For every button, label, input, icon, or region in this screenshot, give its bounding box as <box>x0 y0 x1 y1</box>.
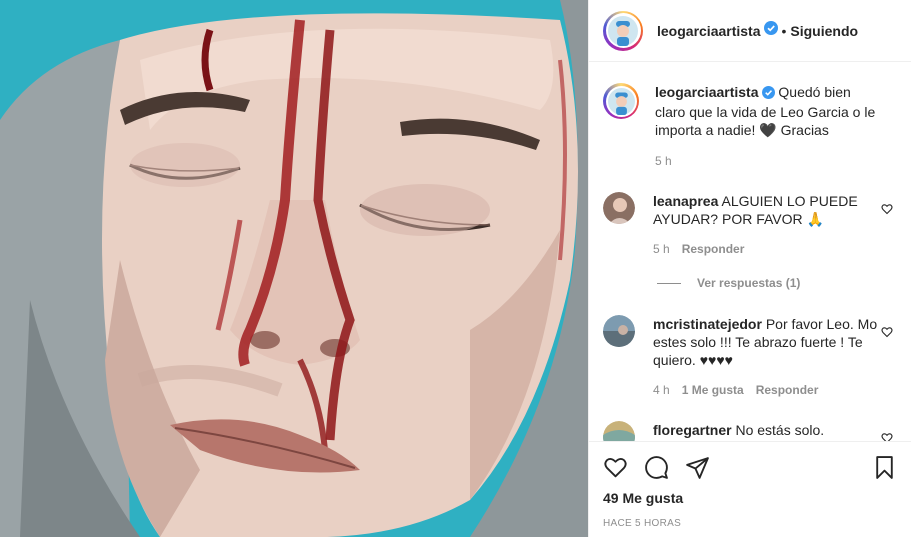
comment-text: No estás solo. <box>735 422 825 438</box>
author-avatar[interactable] <box>603 10 643 51</box>
comment-like-heart-icon[interactable] <box>881 431 893 441</box>
comment-item: leanaprea ALGUIEN LO PUEDE AYUDAR? POR F… <box>603 192 903 258</box>
reply-button[interactable]: Responder <box>756 383 819 397</box>
view-replies-label: Ver respuestas (1) <box>697 276 801 290</box>
reply-button[interactable]: Responder <box>682 242 745 256</box>
comment-time[interactable]: 5 h <box>653 242 670 256</box>
comment-username[interactable]: leanaprea <box>653 193 718 209</box>
follow-status-button[interactable]: Siguiendo <box>790 23 858 39</box>
avatar-illustration-icon <box>607 87 635 115</box>
post-header: leogarciaartista • Siguiendo <box>589 0 911 62</box>
comment-time[interactable]: 4 h <box>653 383 670 397</box>
comment-username[interactable]: floregartner <box>653 422 732 438</box>
caption-time[interactable]: 5 h <box>655 154 672 168</box>
heart-icon[interactable] <box>603 455 628 480</box>
comment-item: floregartner No estás solo. <box>603 421 903 441</box>
post-timestamp[interactable]: HACE 5 HORAS <box>603 518 897 529</box>
post-image <box>0 0 588 537</box>
post-side-panel: leogarciaartista • Siguiendo leogarciaar… <box>588 0 911 537</box>
replies-divider <box>657 282 681 284</box>
avatar-illustration-icon <box>608 15 638 46</box>
likes-count[interactable]: 49 Me gusta <box>603 490 897 506</box>
author-username[interactable]: leogarciaartista <box>657 23 761 39</box>
caption-avatar[interactable] <box>603 83 639 119</box>
header-separator: • <box>781 22 787 39</box>
verified-badge-icon <box>761 85 775 103</box>
commenter-avatar[interactable] <box>603 421 635 441</box>
commenter-avatar[interactable] <box>603 315 635 347</box>
view-replies-button[interactable]: Ver respuestas (1) <box>657 276 800 290</box>
comment-icon[interactable] <box>644 455 669 480</box>
post-actions: 49 Me gusta HACE 5 HORAS <box>589 441 911 537</box>
caption: leogarciaartista Quedó bien claro que la… <box>603 83 903 170</box>
post-photo[interactable] <box>0 0 588 537</box>
comment-likes[interactable]: 1 Me gusta <box>682 383 744 397</box>
caption-username[interactable]: leogarciaartista <box>655 84 759 100</box>
comment-username[interactable]: mcristinatejedor <box>653 316 762 332</box>
comment-like-heart-icon[interactable] <box>881 325 893 343</box>
comments-list[interactable]: leogarciaartista Quedó bien claro que la… <box>589 63 911 441</box>
bookmark-icon[interactable] <box>872 455 897 480</box>
verified-badge-icon <box>763 21 778 40</box>
comment-item: mcristinatejedor Por favor Leo. Mo estes… <box>603 315 903 399</box>
comment-like-heart-icon[interactable] <box>881 202 893 220</box>
commenter-avatar[interactable] <box>603 192 635 224</box>
share-icon[interactable] <box>685 455 710 480</box>
